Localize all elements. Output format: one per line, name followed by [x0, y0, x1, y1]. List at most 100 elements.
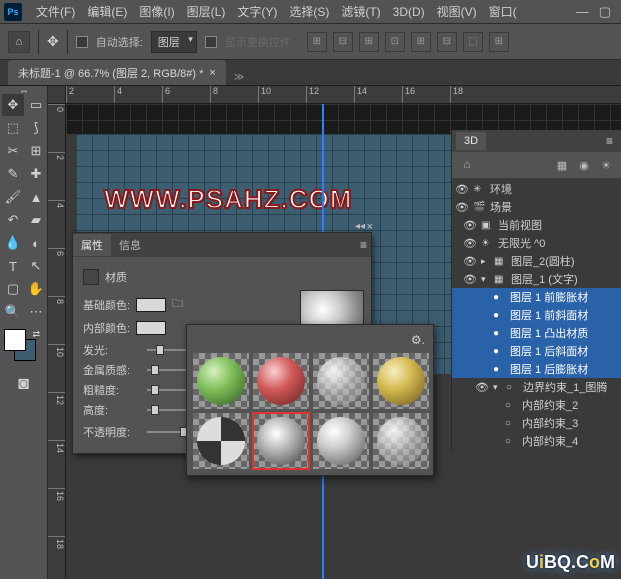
- menu-layer[interactable]: 图层(L): [181, 0, 232, 23]
- material-swatch[interactable]: [373, 353, 429, 409]
- ruler-origin[interactable]: [48, 86, 66, 104]
- zoom-tool[interactable]: 🔍: [2, 301, 24, 323]
- ruler-horizontal[interactable]: 2 4 6 8 10 12 14 16 18: [66, 86, 621, 104]
- tree-row-material[interactable]: ●图层 1 凸出材质: [452, 324, 621, 342]
- filter-light-icon[interactable]: ☀: [597, 156, 615, 174]
- artboard-tool[interactable]: ▭: [25, 94, 47, 116]
- filter-material-icon[interactable]: ◉: [575, 156, 593, 174]
- material-swatch[interactable]: [313, 413, 369, 469]
- lasso-tool[interactable]: ⟆: [25, 117, 47, 139]
- align-icon[interactable]: ⊟: [437, 32, 457, 52]
- auto-select-target[interactable]: 图层: [151, 31, 197, 53]
- menu-window[interactable]: 窗口(: [483, 0, 523, 23]
- tree-row-constraint[interactable]: ○内部约束_2: [452, 396, 621, 414]
- tree-row-scene[interactable]: 👁🎬场景: [452, 198, 621, 216]
- tree-row-constraint[interactable]: ○内部约束_3: [452, 414, 621, 432]
- align-icon[interactable]: ⊡: [385, 32, 405, 52]
- minimize-button[interactable]: —: [576, 4, 589, 20]
- swap-colors-icon[interactable]: ⇄: [32, 329, 40, 340]
- tab-properties[interactable]: 属性: [73, 234, 111, 256]
- tree-row-material[interactable]: ●图层 1 后斜面材: [452, 342, 621, 360]
- shape-tool[interactable]: ▢: [2, 278, 24, 300]
- gradient-tool[interactable]: ▰: [25, 209, 47, 231]
- close-tab-icon[interactable]: ×: [209, 67, 215, 79]
- mode-icon[interactable]: ⬚: [463, 32, 483, 52]
- material-swatch[interactable]: [313, 353, 369, 409]
- tree-row-constraint[interactable]: ○内部约束_4: [452, 432, 621, 450]
- visibility-icon[interactable]: 👁: [462, 273, 478, 286]
- panel-menu-icon[interactable]: ≡: [602, 132, 617, 150]
- texture-menu-icon[interactable]: 🗀: [172, 295, 183, 314]
- visibility-icon[interactable]: 👁: [462, 237, 478, 250]
- tab-overflow-icon[interactable]: ≫: [230, 70, 248, 85]
- close-icon[interactable]: ×: [363, 221, 377, 233]
- dodge-tool[interactable]: ◐: [25, 232, 47, 254]
- disclose-icon[interactable]: ▾: [493, 382, 503, 393]
- home-button[interactable]: ⌂: [8, 31, 30, 53]
- tab-3d[interactable]: 3D: [456, 132, 486, 150]
- align-icon[interactable]: ⊞: [411, 32, 431, 52]
- disclose-icon[interactable]: ▾: [481, 274, 491, 285]
- menu-image[interactable]: 图像(I): [133, 0, 180, 23]
- menu-3d[interactable]: 3D(D): [387, 2, 431, 22]
- visibility-icon[interactable]: 👁: [454, 201, 470, 214]
- frame-tool[interactable]: ⊞: [25, 140, 47, 162]
- tree-row-light[interactable]: 👁☀无限光 ^0: [452, 234, 621, 252]
- move-tool[interactable]: ✥: [2, 94, 24, 116]
- tree-row-view[interactable]: 👁▣当前视图: [452, 216, 621, 234]
- menu-file[interactable]: 文件(F): [30, 0, 81, 23]
- maximize-button[interactable]: ▢: [599, 4, 611, 20]
- tree-row-boundary[interactable]: 👁▾○边界约束_1_图腾: [452, 378, 621, 396]
- material-swatch[interactable]: [193, 413, 249, 469]
- material-swatch[interactable]: [373, 413, 429, 469]
- tab-info[interactable]: 信息: [111, 234, 149, 256]
- tree-row-material[interactable]: ●图层 1 前膨胀材: [452, 288, 621, 306]
- material-swatch[interactable]: [253, 353, 309, 409]
- healing-tool[interactable]: ✚: [25, 163, 47, 185]
- visibility-icon[interactable]: 👁: [454, 183, 470, 196]
- inner-color-swatch[interactable]: [136, 321, 166, 335]
- disclose-icon[interactable]: ▸: [481, 256, 491, 267]
- visibility-icon[interactable]: 👁: [462, 219, 478, 232]
- panel-menu-icon[interactable]: ≡: [356, 236, 371, 254]
- quickmask-toggle[interactable]: ◙: [2, 373, 45, 394]
- tree-row-layer2[interactable]: 👁▸▦图层_2(圆柱): [452, 252, 621, 270]
- crop-tool[interactable]: ✂: [2, 140, 24, 162]
- tree-row-material[interactable]: ●图层 1 前斜面材: [452, 306, 621, 324]
- visibility-icon[interactable]: 👁: [462, 255, 478, 268]
- align-icon[interactable]: ⊞: [307, 32, 327, 52]
- tree-row-layer1[interactable]: 👁▾▦图层_1 (文字): [452, 270, 621, 288]
- menu-edit[interactable]: 编辑(E): [81, 0, 133, 23]
- menu-type[interactable]: 文字(Y): [231, 0, 283, 23]
- history-brush-tool[interactable]: ↶: [2, 209, 24, 231]
- blur-tool[interactable]: 💧: [2, 232, 24, 254]
- menu-filter[interactable]: 滤镜(T): [335, 0, 386, 23]
- gear-icon[interactable]: ⚙.: [411, 333, 425, 347]
- base-color-swatch[interactable]: [136, 298, 166, 312]
- align-icon[interactable]: ⊞: [359, 32, 379, 52]
- marquee-tool[interactable]: ⬚: [2, 117, 24, 139]
- document-tab[interactable]: 未标题-1 @ 66.7% (图层 2, RGB/8#) * ×: [8, 60, 226, 85]
- type-tool[interactable]: T: [2, 255, 24, 277]
- visibility-icon[interactable]: 👁: [474, 381, 490, 394]
- tree-row-material[interactable]: ●图层 1 后膨胀材: [452, 360, 621, 378]
- edit-toolbar[interactable]: ⋯: [25, 301, 47, 323]
- menu-select[interactable]: 选择(S): [283, 0, 335, 23]
- filter-mesh-icon[interactable]: ▦: [553, 156, 571, 174]
- eyedropper-tool[interactable]: ✎: [2, 163, 24, 185]
- tree-row-env[interactable]: 👁✳环境: [452, 180, 621, 198]
- align-icon[interactable]: ⊟: [333, 32, 353, 52]
- stamp-tool[interactable]: ▲: [25, 186, 47, 208]
- menu-view[interactable]: 视图(V): [431, 0, 483, 23]
- brush-tool[interactable]: 🖌: [2, 186, 24, 208]
- auto-select-checkbox[interactable]: [76, 36, 88, 48]
- path-select-tool[interactable]: ↖: [25, 255, 47, 277]
- show-transform-checkbox[interactable]: [205, 36, 217, 48]
- filter-all-icon[interactable]: ⌂: [458, 156, 476, 174]
- material-swatch-selected[interactable]: [253, 413, 309, 469]
- foreground-swatch[interactable]: [4, 329, 26, 351]
- material-swatch[interactable]: [193, 353, 249, 409]
- mode-icon[interactable]: ⊞: [489, 32, 509, 52]
- hand-tool[interactable]: ✋: [25, 278, 47, 300]
- ruler-vertical[interactable]: 0 2 4 6 8 10 12 14 16 18: [48, 104, 66, 579]
